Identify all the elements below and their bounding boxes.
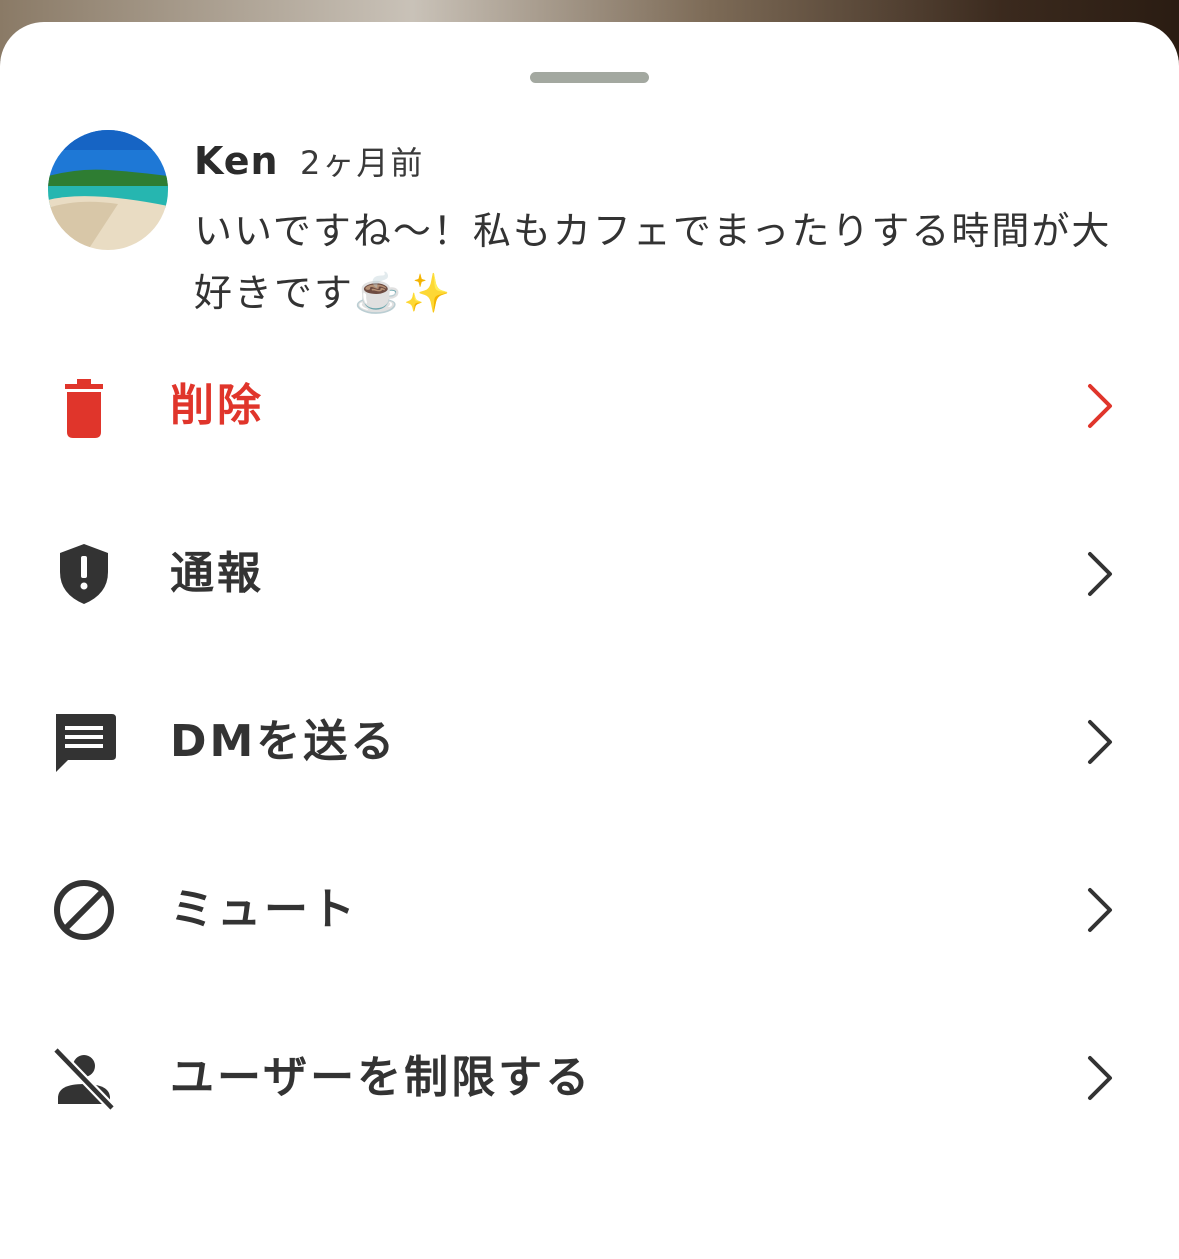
user-off-icon	[52, 1046, 116, 1112]
menu-item-mute[interactable]: ミュート	[0, 840, 1179, 980]
menu-item-label: 通報	[170, 548, 264, 599]
comment-author[interactable]: Ken	[194, 135, 279, 187]
beach-photo-icon	[48, 130, 168, 250]
menu-item-report[interactable]: 通報	[0, 504, 1179, 644]
chevron-right-icon	[1088, 552, 1112, 596]
menu-item-label: DMを送る	[170, 716, 398, 767]
menu-item-label: 削除	[170, 380, 264, 431]
chevron-right-icon	[1088, 720, 1112, 764]
comment-time: 2ヶ月前	[300, 144, 425, 182]
chevron-right-icon	[1088, 384, 1112, 428]
trash-icon	[65, 379, 103, 438]
block-icon	[54, 880, 114, 940]
menu-item-label: ミュート	[170, 884, 358, 935]
menu-item-label: ユーザーを制限する	[170, 1052, 593, 1103]
shield-alert-icon	[60, 544, 108, 604]
message-icon	[56, 714, 116, 772]
menu-item-delete[interactable]: 削除	[0, 336, 1179, 476]
comment-text: いいですね〜！私もカフェでまったりする時間が大好きです☕️✨	[194, 209, 1112, 315]
drag-handle[interactable]	[530, 72, 649, 83]
avatar[interactable]	[48, 130, 168, 250]
menu-item-send-dm[interactable]: DMを送る	[0, 672, 1179, 812]
chevron-right-icon	[1088, 888, 1112, 932]
menu-item-restrict-user[interactable]: ユーザーを制限する	[0, 1008, 1179, 1148]
action-sheet: Ken 2ヶ月前 いいですね〜！私もカフェでまったりする時間が大好きです☕️✨ …	[0, 22, 1179, 1259]
chevron-right-icon	[1088, 1056, 1112, 1100]
